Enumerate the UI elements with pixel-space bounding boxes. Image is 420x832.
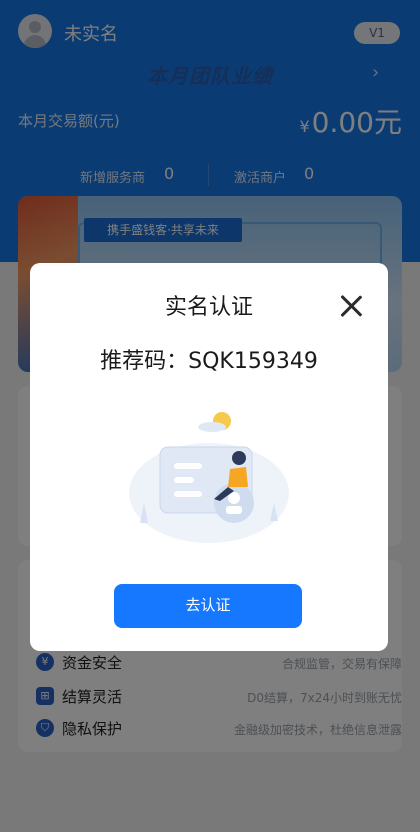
home-page: 未实名 V1 本月团队业绩 › 本月交易额(元) ¥0.00元 新增服务商 0 … (0, 0, 420, 832)
verification-modal: 实名认证 推荐码：SQK159349 去认证 (30, 263, 388, 651)
close-icon[interactable] (336, 291, 366, 321)
referral-code: 推荐码：SQK159349 (100, 349, 318, 374)
id-card-illustration-icon (129, 412, 289, 543)
go-verify-button[interactable]: 去认证 (114, 584, 302, 628)
modal-title: 实名认证 (164, 295, 253, 320)
